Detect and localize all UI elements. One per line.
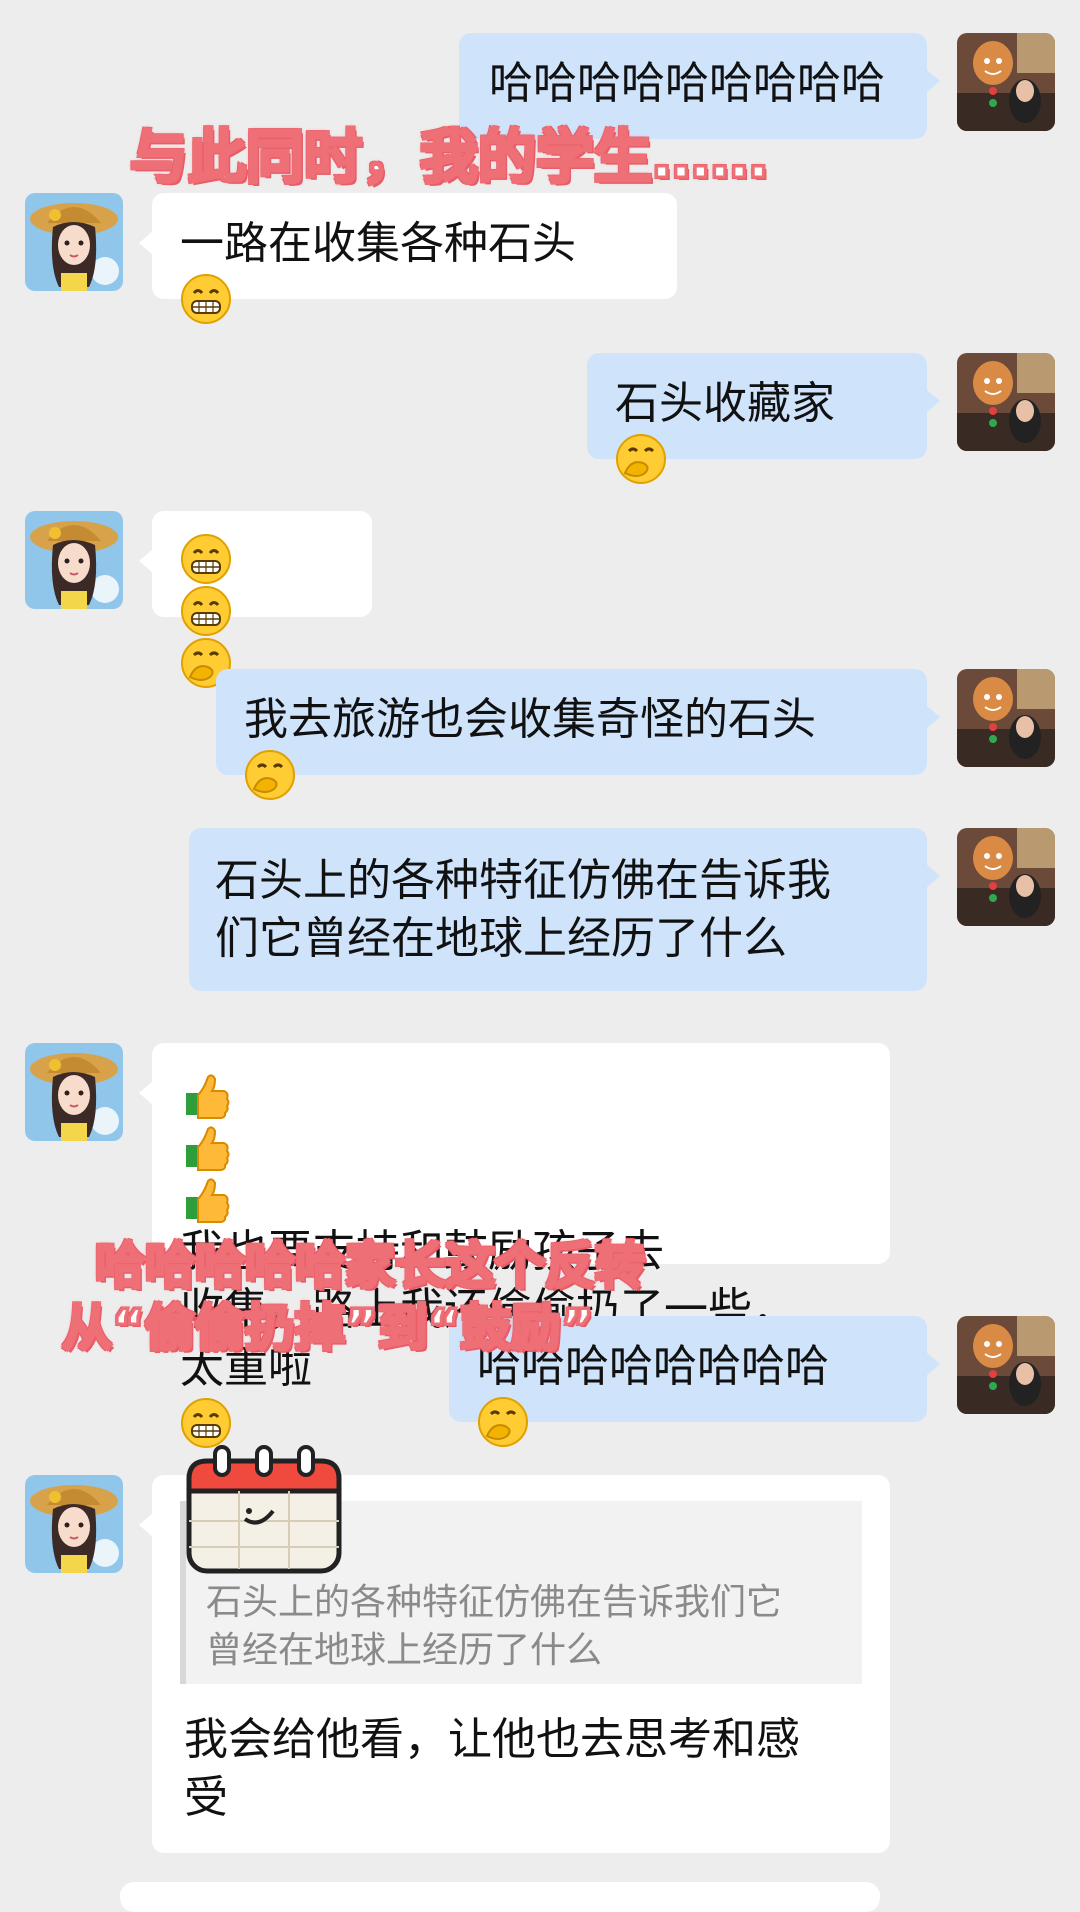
contact-avatar[interactable] bbox=[25, 193, 123, 291]
message-text: 石头收藏家 bbox=[615, 378, 835, 429]
contact-avatar[interactable] bbox=[25, 511, 123, 609]
reply-text: 我会给他看，让他也去思考和感 受 bbox=[184, 1711, 864, 1827]
message-bubble-3[interactable]: 石头收藏家 bbox=[587, 353, 940, 485]
my-avatar[interactable] bbox=[957, 33, 1055, 131]
message-line-2: 们它曾经在地球上经历了什么 bbox=[215, 913, 787, 964]
contact-avatar[interactable] bbox=[25, 1043, 123, 1141]
hand-over-mouth-emoji bbox=[244, 749, 296, 801]
caption-overlay-middle-line2: 从“偷偷扔掉”到“鼓励” bbox=[60, 1298, 594, 1359]
hand-over-mouth-emoji bbox=[615, 433, 667, 485]
my-avatar[interactable] bbox=[957, 669, 1055, 767]
partial-bubble-bottom bbox=[120, 1882, 880, 1912]
hand-over-mouth-emoji bbox=[477, 1396, 529, 1448]
message-line-1: 我会给他看，让他也去思考和感 bbox=[184, 1714, 800, 1765]
calendar-sticker-icon bbox=[185, 1443, 343, 1575]
contact-avatar[interactable] bbox=[25, 1475, 123, 1573]
caption-overlay-middle-line1: 哈哈哈哈哈家长这个反转 bbox=[94, 1236, 647, 1297]
message-text: 一路在收集各种石头 bbox=[180, 218, 576, 269]
thumbs-up-emoji bbox=[180, 1067, 232, 1119]
thumbs-up-emoji bbox=[180, 1171, 232, 1223]
grin-emoji bbox=[180, 585, 232, 637]
message-bubble-2[interactable]: 一路在收集各种石头 bbox=[139, 193, 677, 325]
message-bubble-7[interactable]: 我也要支持和鼓励孩子去 收集，路上我还偷偷扔了一些， 太重啦 bbox=[139, 1043, 890, 1449]
grin-emoji bbox=[180, 533, 232, 585]
grin-emoji bbox=[180, 273, 232, 325]
my-avatar[interactable] bbox=[957, 1316, 1055, 1414]
quote-line-2: 曾经在地球上经历了什么 bbox=[206, 1630, 603, 1671]
message-bubble-5[interactable]: 我去旅游也会收集奇怪的石头 bbox=[216, 669, 940, 801]
my-avatar[interactable] bbox=[957, 828, 1055, 926]
message-content: 一路在收集各种石头 bbox=[180, 215, 649, 325]
message-line-1: 石头上的各种特征仿佛在告诉我 bbox=[215, 855, 831, 906]
message-content: 石头收藏家 bbox=[615, 375, 899, 485]
caption-overlay-top: 与此同时，我的学生…… bbox=[128, 122, 769, 193]
thumbs-up-emoji bbox=[180, 1119, 232, 1171]
message-line-2: 受 bbox=[184, 1772, 228, 1823]
message-content: 我去旅游也会收集奇怪的石头 bbox=[244, 691, 899, 801]
message-text: 我去旅游也会收集奇怪的石头 bbox=[244, 694, 816, 745]
my-avatar[interactable] bbox=[957, 353, 1055, 451]
emoji-row bbox=[180, 533, 344, 689]
message-text: 哈哈哈哈哈哈哈哈哈 bbox=[489, 58, 885, 109]
message-bubble-6[interactable]: 石头上的各种特征仿佛在告诉我 们它曾经在地球上经历了什么 bbox=[189, 828, 940, 991]
quote-line-1: 石头上的各种特征仿佛在告诉我们它 bbox=[206, 1582, 783, 1623]
message-bubble-4[interactable] bbox=[139, 511, 372, 689]
grin-emoji bbox=[180, 1397, 232, 1449]
